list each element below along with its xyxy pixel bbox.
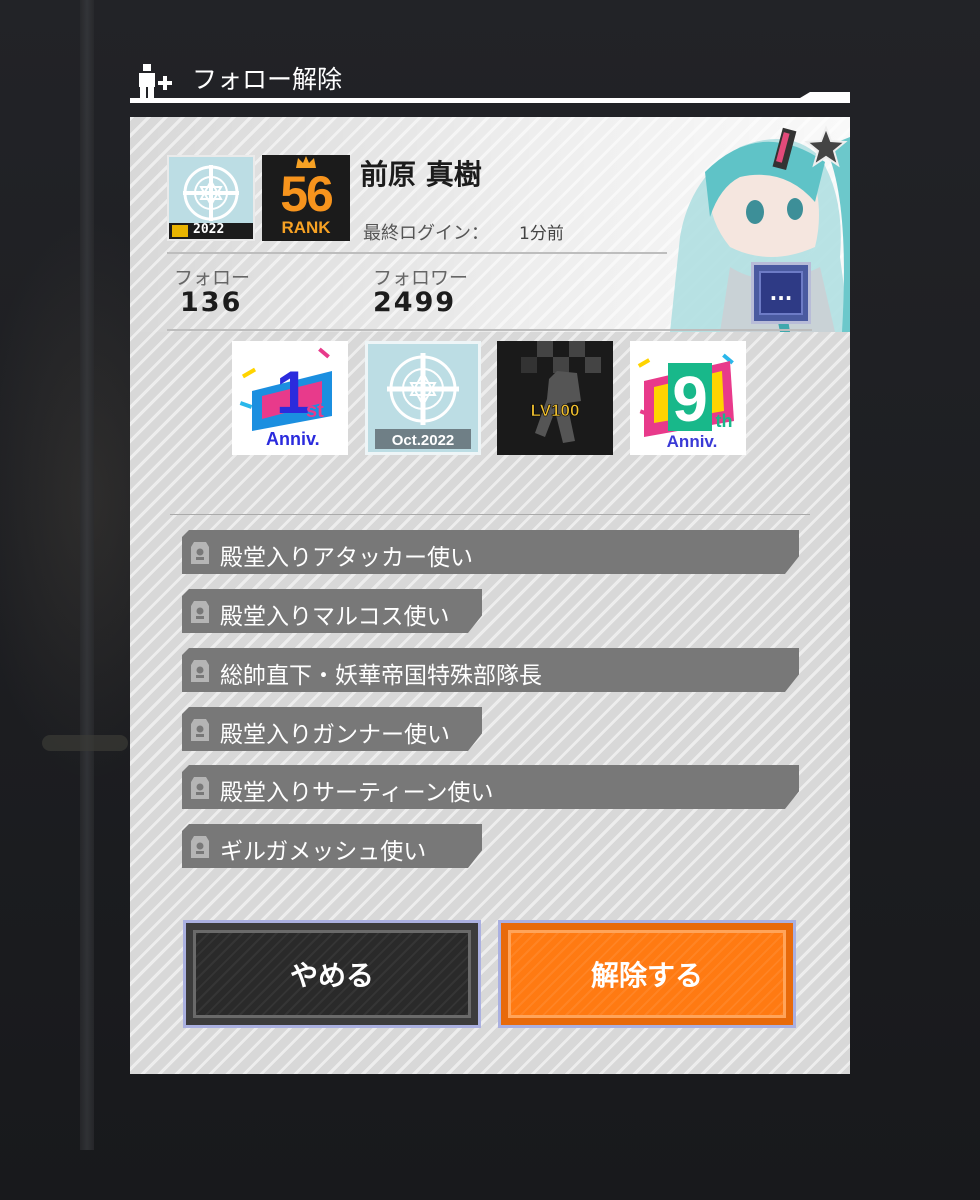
badge-1st-anniversary[interactable]: 1 st Anniv. <box>232 341 348 455</box>
player-emblem[interactable]: 2022 <box>167 155 255 241</box>
more-options-icon: ... <box>759 271 803 315</box>
last-login-label: 最終ログイン： <box>363 223 489 244</box>
title-medal-icon <box>190 541 210 565</box>
title-medal-icon <box>190 835 210 859</box>
title-item[interactable]: ギルガメッシュ使い <box>182 824 482 868</box>
title-text: 殿堂入りマルコス使い <box>220 604 450 630</box>
anniversary-badge-icon: 1 st Anniv. <box>232 341 348 455</box>
follower-label: フォロワー <box>373 267 469 289</box>
title-item[interactable]: 殿堂入りガンナー使い <box>182 707 482 751</box>
rank-label: RANK <box>281 218 331 237</box>
badge-4-main: 9 <box>672 363 708 435</box>
badge-4-sub: Anniv. <box>667 432 718 451</box>
title-item[interactable]: 殿堂入りサーティーン使い <box>182 765 799 809</box>
title-text: ギルガメッシュ使い <box>220 839 427 865</box>
dialog-header: フォロー解除 <box>130 58 850 104</box>
unfollow-dialog-panel: 2022 56 RANK 前原 真樹 最終ログイン： 1分前 フォロー 136 … <box>130 117 850 1074</box>
divider <box>167 252 667 254</box>
anniversary-badge-icon: 9 th Anniv. <box>630 341 746 455</box>
player-name: 前原 真樹 <box>360 158 482 191</box>
badge-lv100[interactable]: LV100 <box>497 341 613 455</box>
title-text: 殿堂入りガンナー使い <box>220 722 450 748</box>
badge-1-main: 1 <box>276 359 309 426</box>
background-staff-ring <box>42 735 128 751</box>
follow-count: 136 <box>180 287 243 318</box>
cancel-button[interactable]: やめる <box>183 920 481 1028</box>
confirm-button-label: 解除する <box>508 930 786 1018</box>
emblem-year: 2022 <box>193 222 225 237</box>
background-staff <box>80 0 94 1150</box>
title-text: 総帥直下・妖華帝国特殊部隊長 <box>220 663 542 689</box>
header-underline-tab <box>800 92 850 98</box>
follow-label: フォロー <box>174 267 251 289</box>
rank-number: 56 <box>280 166 334 222</box>
level-badge-icon: LV100 <box>497 341 613 455</box>
divider <box>170 514 810 515</box>
unfollow-confirm-button[interactable]: 解除する <box>498 920 796 1028</box>
crest-badge-icon: Oct.2022 <box>365 341 481 455</box>
badge-3-main: LV100 <box>531 401 580 420</box>
badge-4-suffix: th <box>716 411 733 431</box>
title-text: 殿堂入りサーティーン使い <box>220 780 494 806</box>
more-options-button[interactable]: ... <box>751 262 811 324</box>
title-item[interactable]: 殿堂入りアタッカー使い <box>182 530 799 574</box>
unfollow-user-icon <box>139 64 172 98</box>
badge-1-suffix: st <box>306 400 324 422</box>
follower-count: 2499 <box>373 287 457 318</box>
badge-oct-2022[interactable]: Oct.2022 <box>365 341 481 455</box>
rank-badge: 56 RANK <box>262 155 350 241</box>
badge-2-sub: Oct.2022 <box>392 432 455 449</box>
cancel-button-label: やめる <box>193 930 471 1018</box>
badge-1-sub: Anniv. <box>266 429 320 449</box>
title-item[interactable]: 総帥直下・妖華帝国特殊部隊長 <box>182 648 799 692</box>
title-text: 殿堂入りアタッカー使い <box>220 545 473 571</box>
badge-9th-anniversary[interactable]: 9 th Anniv. <box>630 341 746 455</box>
last-login-value: 1分前 <box>519 224 564 244</box>
favorite-star-icon[interactable] <box>804 125 848 169</box>
title-medal-icon <box>190 600 210 624</box>
dialog-title: フォロー解除 <box>192 65 343 94</box>
title-medal-icon <box>190 659 210 683</box>
title-medal-icon <box>190 718 210 742</box>
divider <box>167 329 812 331</box>
header-underline <box>130 98 850 103</box>
title-item[interactable]: 殿堂入りマルコス使い <box>182 589 482 633</box>
title-medal-icon <box>190 776 210 800</box>
